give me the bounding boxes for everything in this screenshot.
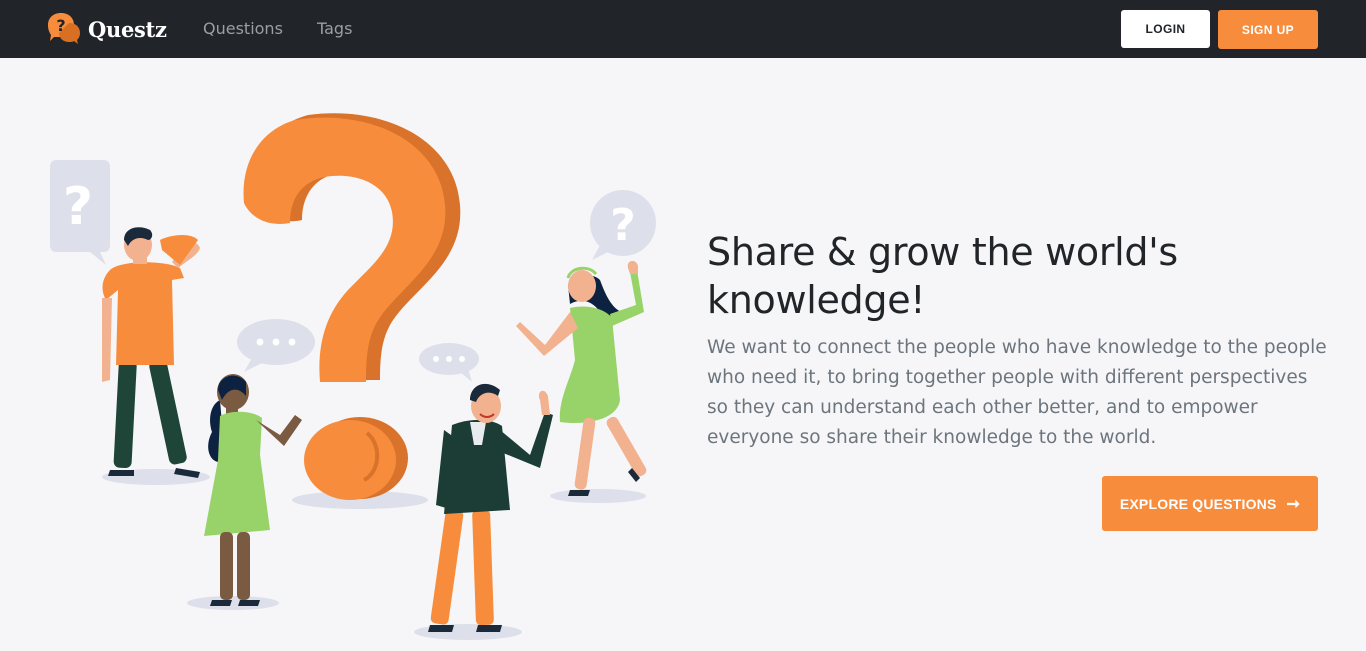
typing-bubble-mid bbox=[419, 343, 479, 382]
navbar: ? Questz Questions Tags LOGIN SIGN UP bbox=[0, 0, 1366, 58]
svg-text:?: ? bbox=[63, 177, 93, 237]
nav-link-tags[interactable]: Tags bbox=[317, 19, 352, 38]
nav-link-questions[interactable]: Questions bbox=[203, 19, 283, 38]
big-question-mark bbox=[243, 113, 461, 500]
person-thinking-man bbox=[102, 227, 200, 478]
question-bubble-icon: ? bbox=[47, 9, 81, 49]
question-bubble-right: ? bbox=[590, 190, 656, 260]
explore-questions-button[interactable]: EXPLORE QUESTIONS ➞ bbox=[1102, 476, 1318, 531]
login-button[interactable]: LOGIN bbox=[1121, 10, 1210, 48]
explore-questions-label: EXPLORE QUESTIONS bbox=[1119, 495, 1277, 512]
signup-button[interactable]: SIGN UP bbox=[1218, 10, 1318, 49]
brand-name: Questz bbox=[88, 16, 167, 42]
hero-description: We want to connect the people who have k… bbox=[707, 337, 1327, 448]
hero-title: Share & grow the world's knowledge! bbox=[707, 230, 1178, 322]
question-bubble-left: ? bbox=[50, 160, 110, 265]
arrow-right-icon: ➞ bbox=[1286, 495, 1301, 513]
typing-bubble-left bbox=[237, 319, 315, 372]
hero-illustration: ? ? bbox=[40, 100, 670, 645]
person-waving-man bbox=[428, 383, 553, 632]
person-woman-left bbox=[204, 374, 302, 606]
svg-text:?: ? bbox=[610, 200, 636, 251]
svg-text:?: ? bbox=[56, 16, 65, 35]
brand-link[interactable]: ? Questz bbox=[47, 11, 167, 47]
